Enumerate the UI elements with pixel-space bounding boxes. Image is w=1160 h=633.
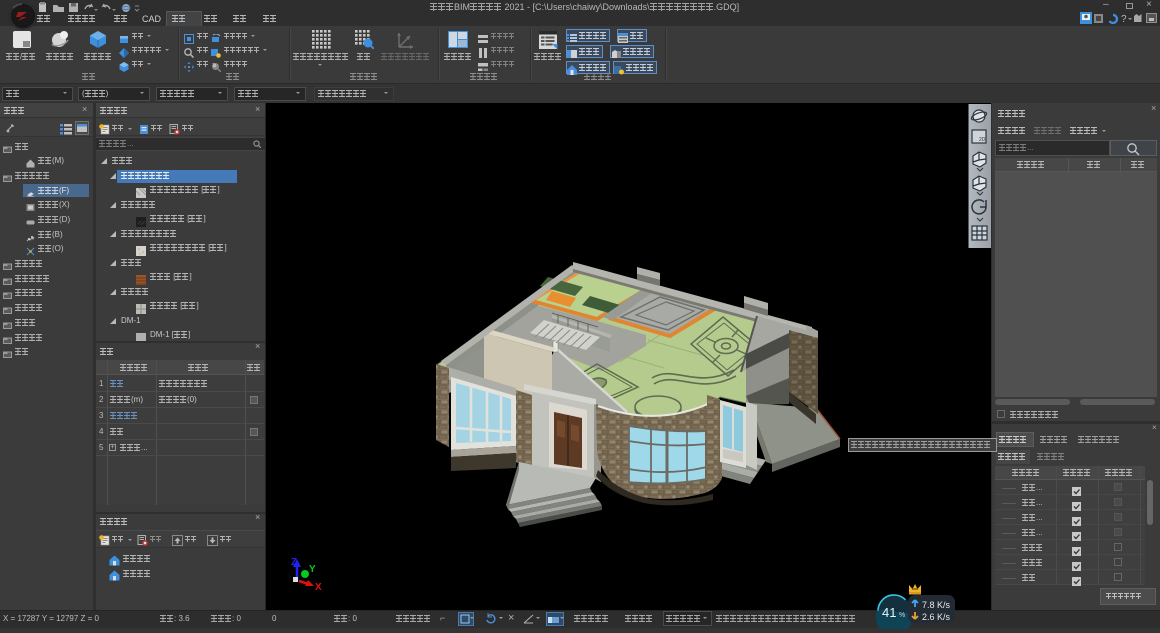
svg-text:Y: Y <box>309 564 316 575</box>
svg-text:7.8 K/s: 7.8 K/s <box>922 600 951 610</box>
svg-text:?: ? <box>1121 14 1127 25</box>
svg-text:Z: Z <box>291 557 297 568</box>
svg-text:%: % <box>899 612 905 619</box>
svg-text:2D: 2D <box>979 137 986 143</box>
svg-text:X: X <box>315 582 322 593</box>
svg-text:41: 41 <box>882 605 896 620</box>
svg-text:2.6 K/s: 2.6 K/s <box>922 612 951 622</box>
